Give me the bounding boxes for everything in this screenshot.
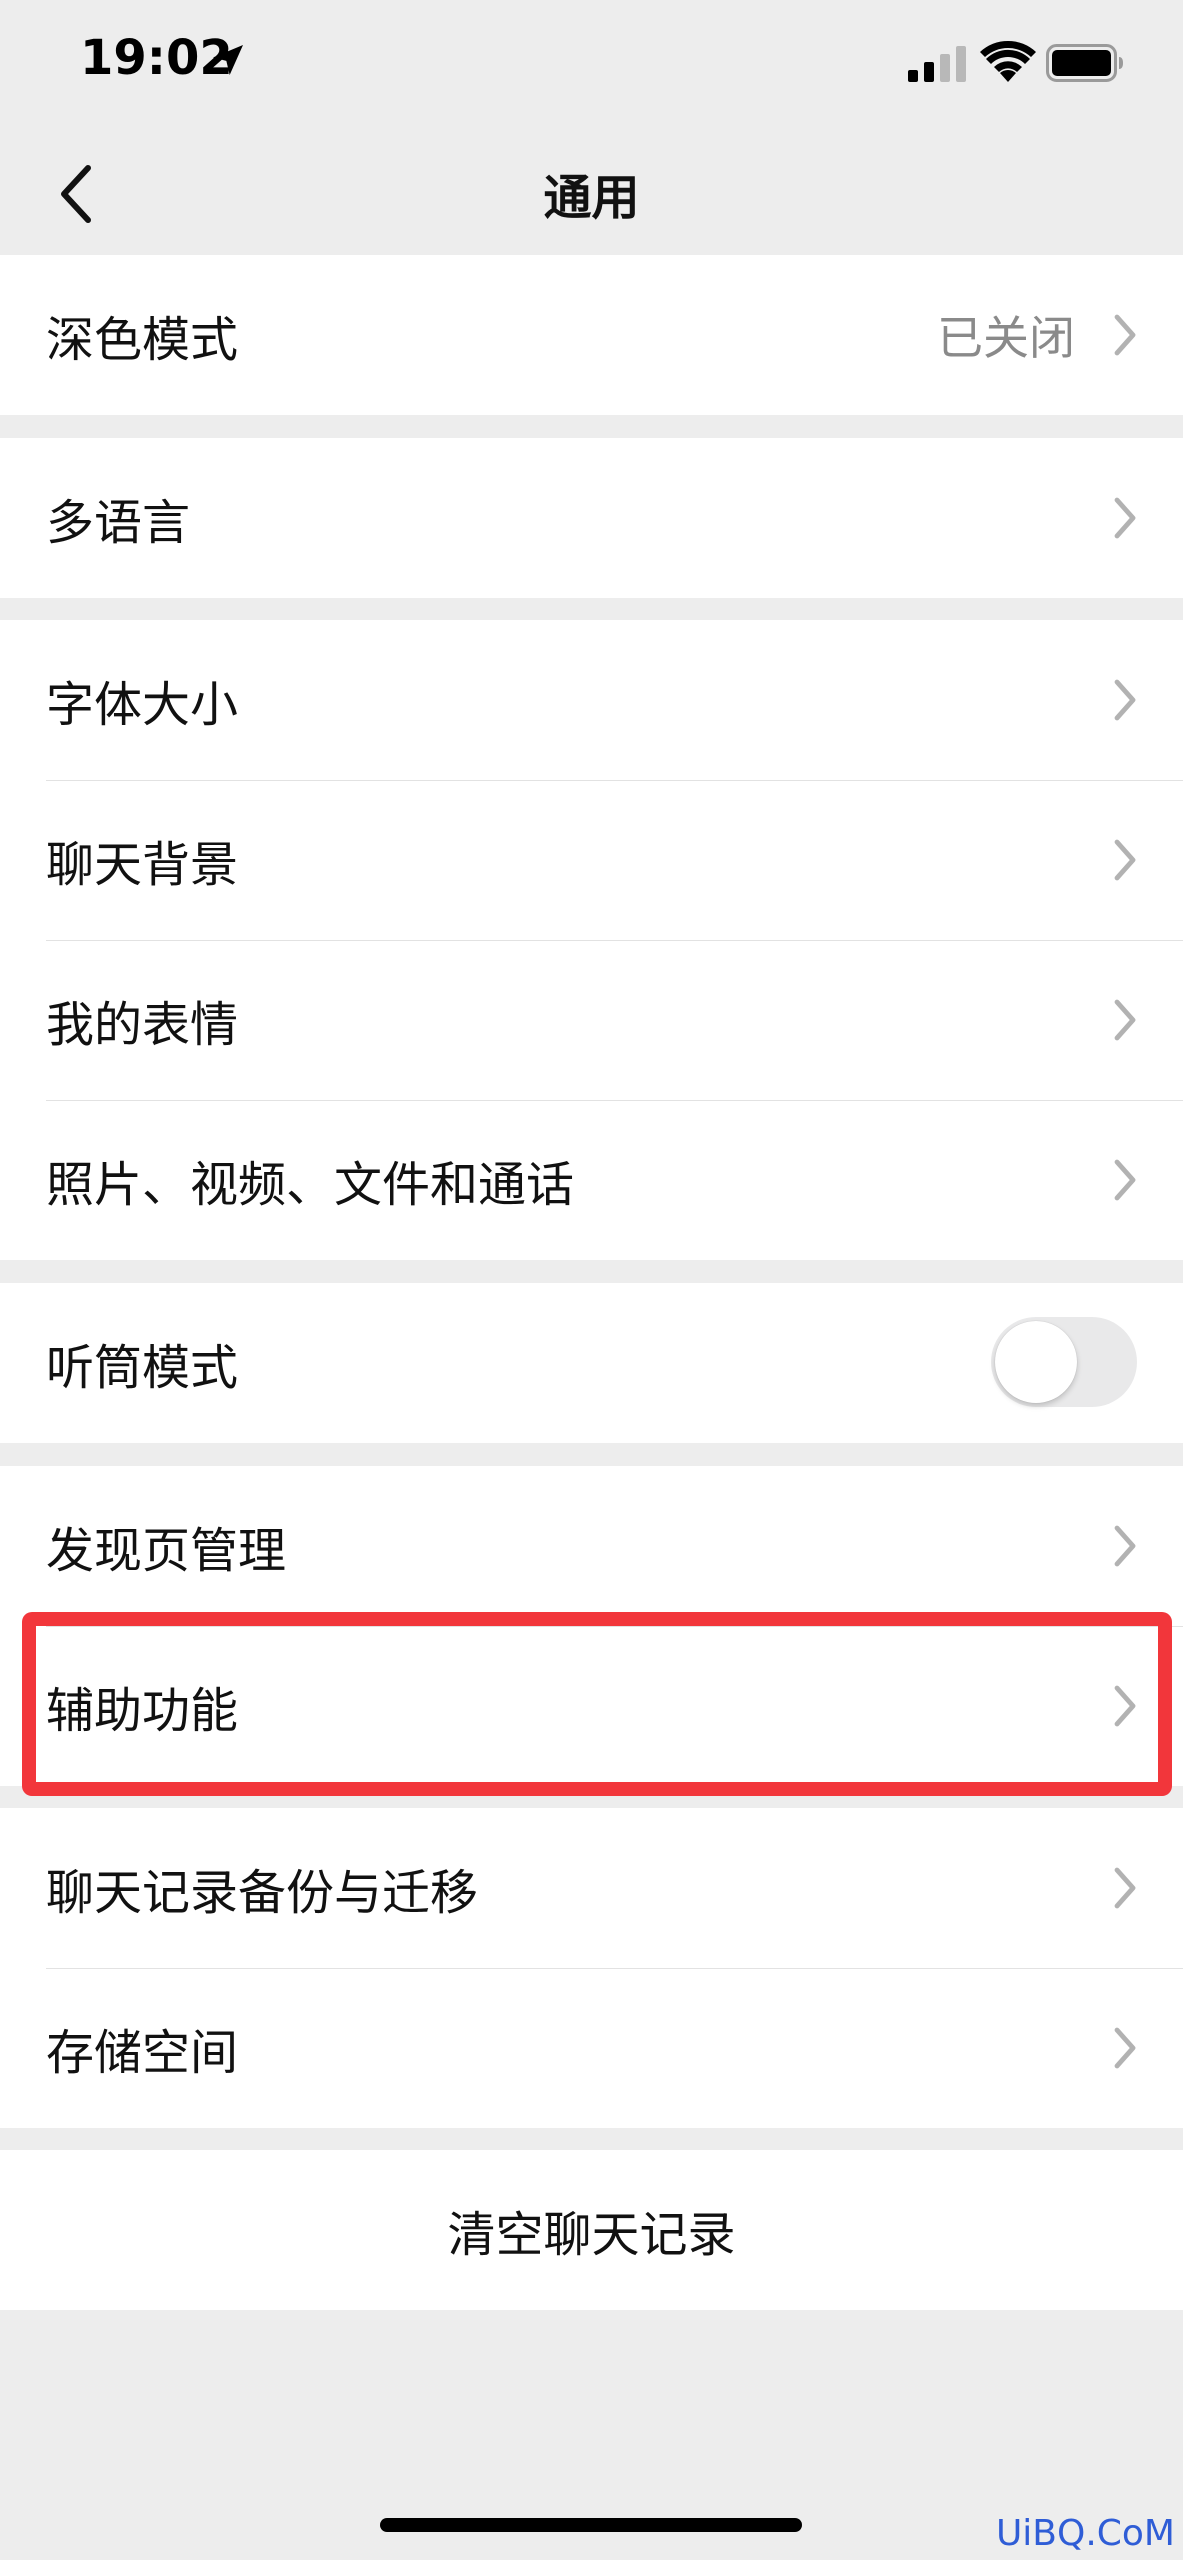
settings-group-storage: 聊天记录备份与迁移 存储空间: [0, 1808, 1183, 2128]
row-label: 字体大小: [46, 677, 239, 733]
row-label: 我的表情: [46, 997, 239, 1053]
nav-bar: 通用: [0, 130, 1183, 255]
dark-mode-value: 已关闭: [937, 311, 1075, 365]
settings-group-earpiece: 听筒模式: [0, 1283, 1183, 1443]
row-label: 辅助功能: [46, 1683, 239, 1739]
chevron-right-icon: [1114, 1525, 1136, 1567]
row-language[interactable]: 多语言: [0, 438, 1183, 598]
row-label: 照片、视频、文件和通话: [46, 1157, 575, 1213]
row-font-size[interactable]: 字体大小: [0, 620, 1183, 780]
cellular-signal-icon: [908, 46, 966, 82]
row-label: 聊天背景: [46, 837, 239, 893]
row-storage[interactable]: 存储空间: [0, 1968, 1183, 2128]
settings-group-clear: 清空聊天记录: [0, 2150, 1183, 2310]
row-earpiece-mode: 听筒模式: [0, 1283, 1183, 1443]
settings-group-display: 深色模式 已关闭: [0, 255, 1183, 415]
row-dark-mode[interactable]: 深色模式 已关闭: [0, 255, 1183, 415]
clear-chat-history-label: 清空聊天记录: [447, 2207, 736, 2263]
chevron-right-icon: [1114, 497, 1136, 539]
row-discover-management[interactable]: 发现页管理: [0, 1466, 1183, 1626]
settings-group-features: 发现页管理 辅助功能: [0, 1466, 1183, 1786]
chevron-right-icon: [1114, 1867, 1136, 1909]
row-chat-backup-migration[interactable]: 聊天记录备份与迁移: [0, 1808, 1183, 1968]
battery-icon: [1046, 44, 1123, 82]
row-label: 深色模式: [46, 312, 239, 368]
chevron-right-icon: [1114, 2027, 1136, 2069]
status-bar: 19:02: [0, 0, 1183, 130]
toggle-knob: [995, 1321, 1077, 1403]
row-label: 发现页管理: [46, 1523, 287, 1579]
location-arrow-icon: [213, 45, 243, 75]
chevron-right-icon: [1114, 314, 1136, 356]
page-title: 通用: [543, 170, 640, 226]
row-media-files-calls[interactable]: 照片、视频、文件和通话: [0, 1100, 1183, 1260]
row-label: 多语言: [46, 495, 191, 551]
settings-group-chat: 字体大小 聊天背景 我的表情 照片、视频、文件和通话: [0, 620, 1183, 1260]
row-accessibility[interactable]: 辅助功能: [0, 1626, 1183, 1786]
chevron-right-icon: [1114, 679, 1136, 721]
settings-group-language: 多语言: [0, 438, 1183, 598]
chevron-right-icon: [1114, 1685, 1136, 1727]
chevron-right-icon: [1114, 999, 1136, 1041]
clear-chat-history-button[interactable]: 清空聊天记录: [0, 2150, 1183, 2310]
home-indicator: [380, 2518, 802, 2532]
row-label: 听筒模式: [46, 1340, 239, 1396]
wifi-icon: [980, 40, 1036, 82]
chevron-right-icon: [1114, 839, 1136, 881]
earpiece-mode-toggle[interactable]: [991, 1317, 1137, 1407]
row-chat-background[interactable]: 聊天背景: [0, 780, 1183, 940]
watermark: UiBQ.CoM: [995, 2513, 1175, 2554]
row-my-stickers[interactable]: 我的表情: [0, 940, 1183, 1100]
chevron-right-icon: [1114, 1159, 1136, 1201]
row-label: 聊天记录备份与迁移: [46, 1865, 479, 1921]
row-label: 存储空间: [46, 2025, 239, 2081]
